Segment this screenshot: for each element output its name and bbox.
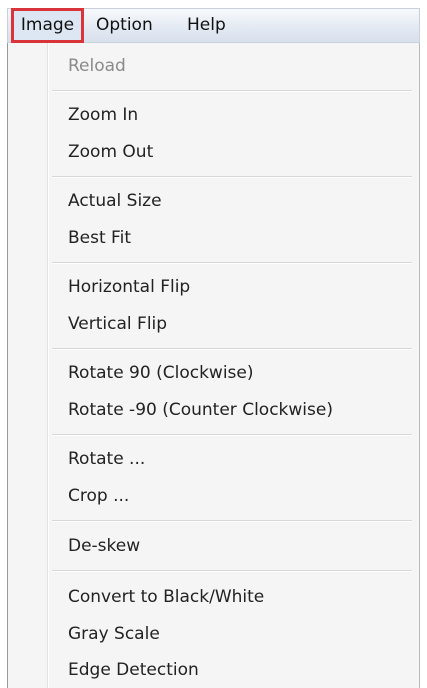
menu-item-zoom-out[interactable]: Zoom Out	[68, 141, 153, 163]
menu-separator	[52, 90, 412, 92]
menu-item-reload: Reload	[68, 56, 126, 76]
image-dropdown-menu: Reload Zoom In Zoom Out Actual Size Best…	[7, 43, 420, 688]
menu-option[interactable]: Option	[96, 8, 153, 43]
menu-separator	[52, 520, 412, 522]
menu-item-gray-scale[interactable]: Gray Scale	[68, 623, 160, 645]
menu-item-rotate-90-clockwise[interactable]: Rotate 90 (Clockwise)	[68, 362, 254, 384]
menu-separator	[52, 570, 412, 572]
menu-bar: Image Option Help	[0, 0, 427, 46]
menu-item-de-skew[interactable]: De-skew	[68, 535, 140, 557]
menu-item-actual-size[interactable]: Actual Size	[68, 190, 162, 212]
menu-item-rotate-dialog[interactable]: Rotate ...	[68, 448, 145, 470]
menu-item-vertical-flip[interactable]: Vertical Flip	[68, 313, 167, 335]
menu-item-rotate-minus-90-counter-clockwise[interactable]: Rotate -90 (Counter Clockwise)	[68, 399, 333, 421]
menu-item-best-fit[interactable]: Best Fit	[68, 227, 131, 249]
menu-item-convert-black-white[interactable]: Convert to Black/White	[68, 586, 264, 608]
menu-separator	[52, 262, 412, 264]
menu-separator	[52, 348, 412, 350]
menu-separator	[52, 176, 412, 178]
menu-item-zoom-in[interactable]: Zoom In	[68, 104, 138, 126]
menu-separator	[52, 434, 412, 436]
menu-item-horizontal-flip[interactable]: Horizontal Flip	[68, 276, 190, 298]
menu-image[interactable]: Image	[11, 8, 84, 43]
menu-gutter-highlight	[48, 43, 49, 688]
menu-item-crop-dialog[interactable]: Crop ...	[68, 485, 129, 507]
menu-help[interactable]: Help	[187, 8, 226, 43]
menu-item-edge-detection[interactable]: Edge Detection	[68, 659, 199, 681]
